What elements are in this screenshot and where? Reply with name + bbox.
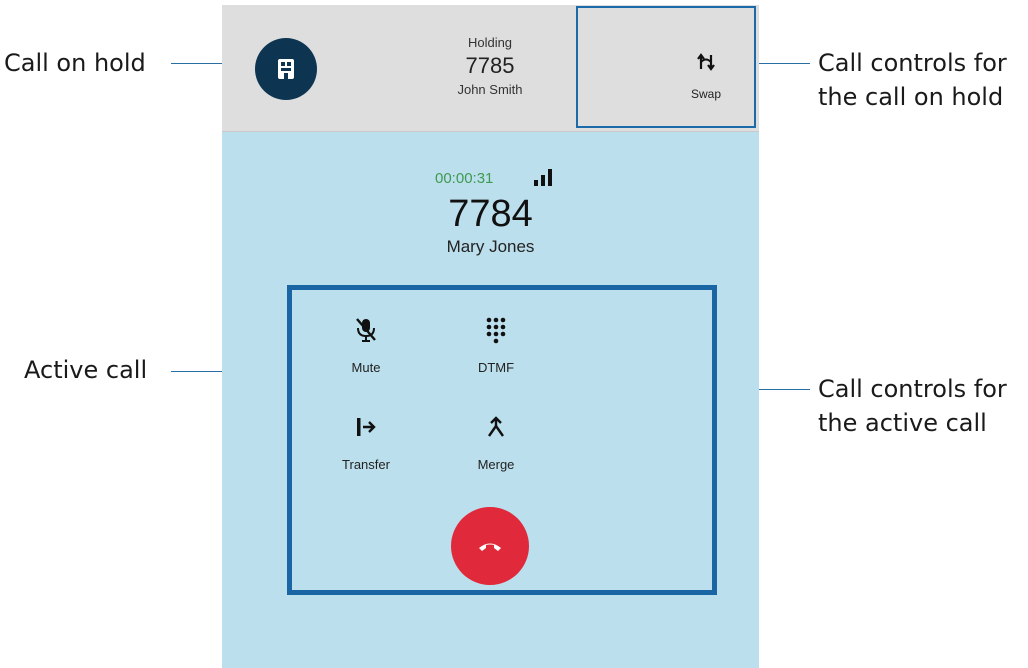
callout-hold-controls-line1: Call controls for [818,49,1007,77]
merge-label: Merge [477,457,515,472]
hang-up-button[interactable] [451,507,529,585]
phone-call-screen: Holding 7785 John Smith Swap 00:00:31 77… [222,5,759,668]
active-controls-highlight: Mute DTMF Transfer Merge [287,285,717,595]
hold-caller-name: John Smith [457,82,523,97]
call-timer: 00:00:31 [435,170,494,187]
hold-controls-highlight: Swap [576,6,756,128]
callout-active-controls-line2: the active call [818,409,987,437]
swap-button[interactable]: Swap [666,53,746,101]
active-call-info: 00:00:31 7784 Mary Jones [222,163,759,257]
transfer-label: Transfer [342,457,390,472]
callout-call-on-hold: Call on hold [4,49,146,77]
mute-button[interactable]: Mute [321,316,411,375]
active-number: 7784 [448,193,533,235]
mute-label: Mute [351,360,381,375]
hang-up-icon [479,543,501,551]
transfer-icon [357,418,376,436]
leader-call-on-hold [171,63,222,64]
callout-active-call: Active call [24,356,148,384]
transfer-button[interactable]: Transfer [321,413,411,472]
swap-icon [697,53,715,71]
callout-active-controls: Call controls for the active call [818,372,1007,440]
callout-active-controls-line1: Call controls for [818,375,1007,403]
hold-number: 7785 [465,53,515,78]
swap-label: Swap [690,87,722,101]
dtmf-button[interactable]: DTMF [451,316,541,375]
dtmf-label: DTMF [477,360,515,375]
mic-off-icon [356,318,376,342]
merge-icon [488,416,504,437]
active-caller-name: Mary Jones [446,237,535,256]
leader-hold-controls [759,63,810,64]
hold-call-bar[interactable]: Holding 7785 John Smith Swap [222,5,759,132]
signal-bars-icon [534,169,552,186]
hold-building-icon [255,38,317,100]
callout-hold-controls: Call controls for the call on hold [818,46,1007,114]
merge-button[interactable]: Merge [451,413,541,472]
callout-hold-controls-line2: the call on hold [818,83,1004,111]
leader-active-call [171,371,222,372]
dialpad-icon [486,317,506,344]
hold-status: Holding [467,35,513,50]
hold-call-info: Holding 7785 John Smith [430,35,550,97]
